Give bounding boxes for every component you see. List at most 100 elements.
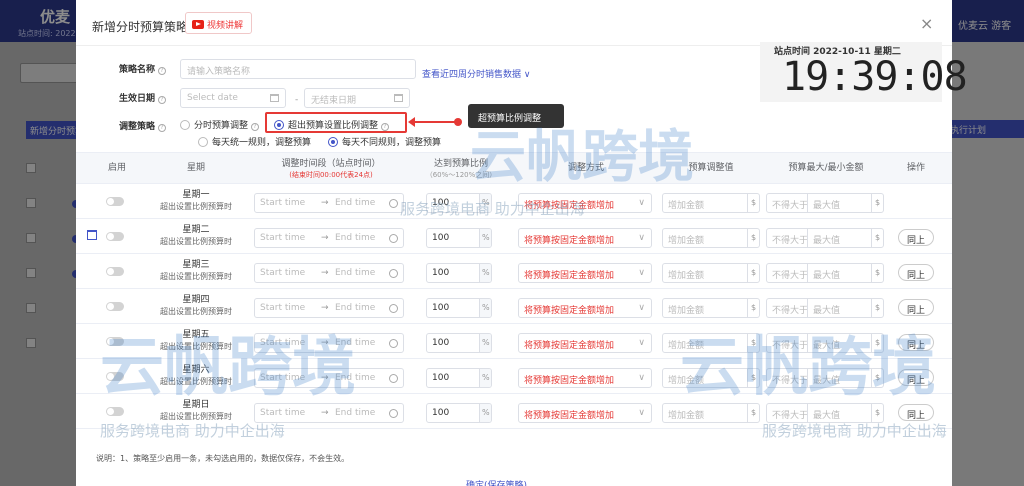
start-time-placeholder: Start time [260,268,306,278]
method-value: 将预算按固定金额增加 [524,306,615,316]
enable-toggle[interactable] [106,337,124,346]
ratio-value: 100 [432,303,450,313]
time-range-picker[interactable]: Start time → End time [254,298,404,318]
method-value: 将预算按固定金额增加 [524,271,615,281]
min-max-input[interactable]: 不得大于 最大值 $ [766,228,884,248]
day-sub: 超出设置比例预算时 [160,342,232,351]
method-select[interactable]: 将预算按固定金额增加 ∨ [518,228,652,248]
method-value: 将预算按固定金额增加 [524,201,615,211]
method-select[interactable]: 将预算按固定金额增加 ∨ [518,298,652,318]
th-value: 预算调整值 [688,163,734,173]
min-max-input[interactable]: 不得大于 最大值 $ [766,193,884,213]
method-value: 将预算按固定金额增加 [524,236,615,246]
confirm-button[interactable]: 确定(保存策略) [466,478,527,486]
ratio-input[interactable]: 100% [426,193,492,213]
same-as-above-button[interactable]: 同上 [898,404,934,421]
ratio-input[interactable]: 100% [426,403,492,423]
clock-icon [389,234,398,243]
adjust-value-input[interactable]: 增加金额 $ [662,193,760,213]
adjust-value-input[interactable]: 增加金额 $ [662,368,760,388]
table-header: 启用 星期 调整时间段（站点时间） (结束时间00:00代表24点) 达到预算比例… [76,152,952,184]
table-row: 星期六 超出设置比例预算时 Start time → End time 100% 将预算按固… [76,359,952,394]
ratio-value: 100 [432,233,450,243]
min-max-input[interactable]: 不得大于 最大值 $ [766,368,884,388]
enable-toggle[interactable] [106,197,124,206]
name-label: 策略名称? [96,62,166,75]
min-max-input[interactable]: 不得大于 最大值 $ [766,298,884,318]
enable-toggle[interactable] [106,407,124,416]
time-range-picker[interactable]: Start time → End time [254,333,404,353]
option-same-rule[interactable]: 每天统一规则，调整预算 [198,135,311,148]
enable-toggle[interactable] [106,302,124,311]
adjust-value-placeholder: 增加金额 [668,341,705,351]
same-as-above-button[interactable]: 同上 [898,299,934,316]
start-time-placeholder: Start time [260,373,306,383]
method-select[interactable]: 将预算按固定金额增加 ∨ [518,403,652,423]
adjust-value-input[interactable]: 增加金额 $ [662,403,760,423]
day-sub: 超出设置比例预算时 [160,307,232,316]
method-select[interactable]: 将预算按固定金额增加 ∨ [518,263,652,283]
same-as-above-button[interactable]: 同上 [898,229,934,246]
time-range-picker[interactable]: Start time → End time [254,368,404,388]
currency-unit: $ [871,369,883,387]
clock-icon [389,409,398,418]
time-range-picker[interactable]: Start time → End time [254,263,404,283]
percent-unit: % [479,334,491,352]
start-date-input[interactable]: Select date [180,88,286,108]
same-as-above-button[interactable]: 同上 [898,369,934,386]
ratio-value: 100 [432,198,450,208]
min-max-input[interactable]: 不得大于 最大值 $ [766,403,884,423]
method-value: 将预算按固定金额增加 [524,376,615,386]
adjust-value-input[interactable]: 增加金额 $ [662,228,760,248]
currency-unit: $ [871,299,883,317]
option-diff-rule[interactable]: 每天不同规则，调整预算 [328,135,441,148]
method-select[interactable]: 将预算按固定金额增加 ∨ [518,333,652,353]
calendar-icon[interactable] [87,230,97,240]
weekly-sales-link[interactable]: 查看近四周分时销售数据 ∨ [422,67,530,80]
max-placeholder: 最大值 [813,376,841,386]
adjust-value-input[interactable]: 增加金额 $ [662,298,760,318]
same-as-above-button[interactable]: 同上 [898,264,934,281]
currency-unit: $ [747,194,759,212]
time-range-picker[interactable]: Start time → End time [254,193,404,213]
currency-unit: $ [747,264,759,282]
video-tutorial-button[interactable]: 视频讲解 [185,12,252,34]
th-enable: 启用 [107,163,126,173]
min-max-input[interactable]: 不得大于 最大值 $ [766,333,884,353]
same-as-above-button[interactable]: 同上 [898,334,934,351]
enable-toggle[interactable] [106,267,124,276]
method-select[interactable]: 将预算按固定金额增加 ∨ [518,368,652,388]
percent-unit: % [479,229,491,247]
ratio-input[interactable]: 100% [426,298,492,318]
time-range-picker[interactable]: Start time → End time [254,403,404,423]
ratio-input[interactable]: 100% [426,228,492,248]
help-icon[interactable]: ? [158,96,166,104]
adjust-value-input[interactable]: 增加金额 $ [662,333,760,353]
help-icon[interactable]: ? [158,124,166,132]
enable-toggle[interactable] [106,372,124,381]
close-icon[interactable]: × [920,14,933,33]
video-tutorial-label: 视频讲解 [207,21,244,31]
th-time-note: (结束时间00:00代表24点) [289,171,373,179]
currency-unit: $ [747,369,759,387]
min-max-input[interactable]: 不得大于 最大值 $ [766,263,884,283]
day-cell: 星期二 超出设置比例预算时 [156,224,236,248]
min-placeholder: 不得大于 [772,411,809,421]
ratio-value: 100 [432,268,450,278]
adjust-value-input[interactable]: 增加金额 $ [662,263,760,283]
help-icon[interactable]: ? [158,67,166,75]
time-range-picker[interactable]: Start time → End time [254,228,404,248]
option-time-budget[interactable]: 分时预算调整? [180,118,260,131]
ratio-input[interactable]: 100% [426,263,492,283]
end-date-input[interactable]: 无结束日期 [304,88,410,108]
th-ratio-text: 达到预算比例 [433,159,488,169]
enable-toggle[interactable] [106,232,124,241]
min-placeholder: 不得大于 [772,271,809,281]
table-body: 星期一 超出设置比例预算时 Start time → End time 100% 将预算按固… [76,184,952,429]
ratio-input[interactable]: 100% [426,368,492,388]
strategy-name-input[interactable]: 请输入策略名称 [180,59,416,79]
end-time-placeholder: End time [335,408,376,418]
method-select[interactable]: 将预算按固定金额增加 ∨ [518,193,652,213]
help-icon[interactable]: ? [251,123,260,131]
ratio-input[interactable]: 100% [426,333,492,353]
